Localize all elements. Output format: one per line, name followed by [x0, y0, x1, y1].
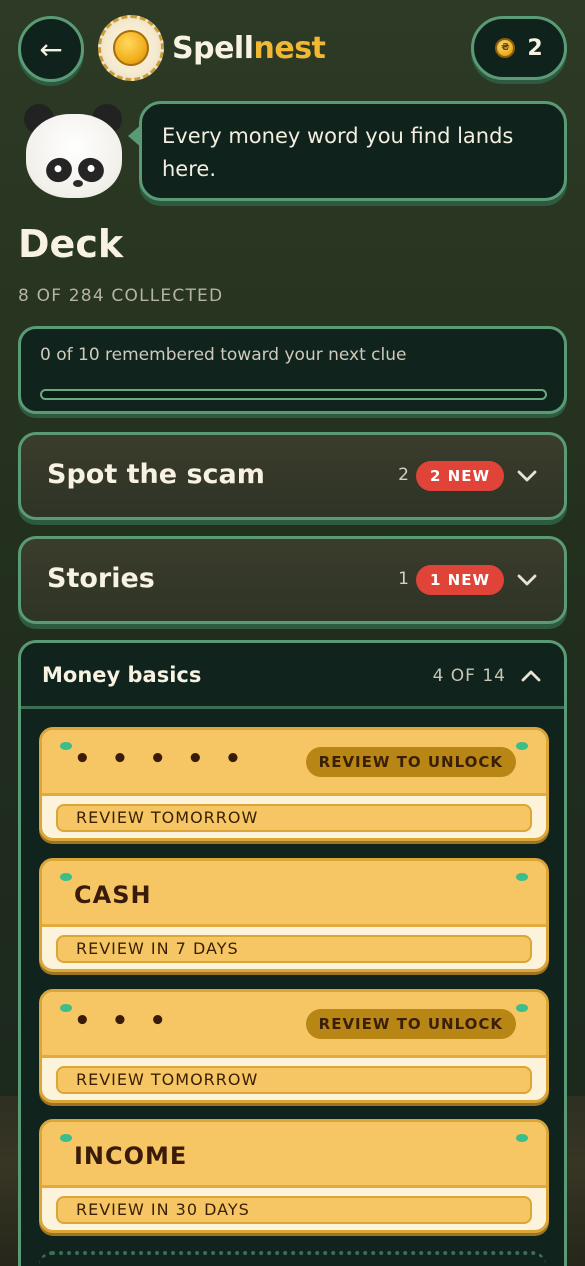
progress-label: 0 of 10 remembered toward your next clue: [40, 345, 407, 365]
panda-mascot-icon: [22, 100, 124, 200]
review-schedule: REVIEW IN 7 DAYS: [56, 935, 532, 963]
section-count: 4 OF 14: [432, 666, 506, 686]
unlock-badge[interactable]: REVIEW TO UNLOCK: [305, 1009, 516, 1039]
chevron-down-icon[interactable]: [516, 465, 538, 487]
word-card[interactable]: INCOME REVIEW IN 30 DAYS: [39, 1119, 549, 1233]
speech-bubble: Every money word you find lands here.: [128, 101, 567, 201]
section-title: Stories: [47, 563, 155, 594]
section-spot-the-scam[interactable]: Spot the scam 2 2 NEW: [18, 432, 567, 520]
logo-text-nest: nest: [253, 30, 326, 66]
progress-bar: [40, 389, 547, 400]
arrow-left-icon: ←: [39, 32, 63, 66]
coin-count: 2: [527, 35, 543, 61]
word-card[interactable]: • • • REVIEW TO UNLOCK REVIEW TOMORROW: [39, 989, 549, 1103]
locked-card-placeholder: [39, 1251, 546, 1266]
chevron-down-icon[interactable]: [516, 569, 538, 591]
back-button[interactable]: ←: [18, 16, 84, 82]
card-dot: [516, 742, 528, 750]
section-stories[interactable]: Stories 1 1 NEW: [18, 536, 567, 624]
section-title: Money basics: [42, 663, 202, 687]
card-dot: [516, 1134, 528, 1142]
card-dot: [60, 1004, 72, 1012]
hidden-word: • • •: [74, 1006, 172, 1036]
section-title: Spot the scam: [47, 459, 265, 490]
card-dot: [516, 1004, 528, 1012]
section-money-basics: Money basics 4 OF 14 • • • • • REVIEW TO…: [18, 640, 567, 1266]
section-count: 1: [398, 569, 409, 589]
card-dot: [516, 873, 528, 881]
collection-count: 8 OF 284 COLLECTED: [18, 286, 224, 306]
review-schedule: REVIEW TOMORROW: [56, 804, 532, 832]
logo-text-spell: Spell: [172, 30, 254, 66]
new-badge: 2 NEW: [415, 461, 504, 491]
app-logo: Spellnest: [98, 14, 326, 82]
card-word: INCOME: [74, 1142, 188, 1170]
card-dot: [60, 873, 72, 881]
review-schedule: REVIEW TOMORROW: [56, 1066, 532, 1094]
top-bar: ← Spellnest ₴ 2: [18, 14, 567, 82]
new-badge: 1 NEW: [415, 565, 504, 595]
chevron-up-icon[interactable]: [520, 665, 542, 687]
word-card[interactable]: CASH REVIEW IN 7 DAYS: [39, 858, 549, 972]
word-card[interactable]: • • • • • REVIEW TO UNLOCK REVIEW TOMORR…: [39, 727, 549, 841]
section-header[interactable]: Money basics 4 OF 14: [21, 643, 564, 709]
review-schedule: REVIEW IN 30 DAYS: [56, 1196, 532, 1224]
logo-coin-icon: [98, 15, 164, 81]
section-count: 2: [398, 465, 409, 485]
coin-counter[interactable]: ₴ 2: [471, 16, 567, 80]
unlock-badge[interactable]: REVIEW TO UNLOCK: [305, 747, 516, 777]
page-title: Deck: [18, 222, 124, 266]
coin-icon: ₴: [495, 38, 516, 58]
card-word: CASH: [74, 881, 152, 909]
hidden-word: • • • • •: [74, 744, 248, 774]
clue-progress-card: 0 of 10 remembered toward your next clue: [18, 326, 567, 414]
card-dot: [60, 1134, 72, 1142]
card-dot: [60, 742, 72, 750]
